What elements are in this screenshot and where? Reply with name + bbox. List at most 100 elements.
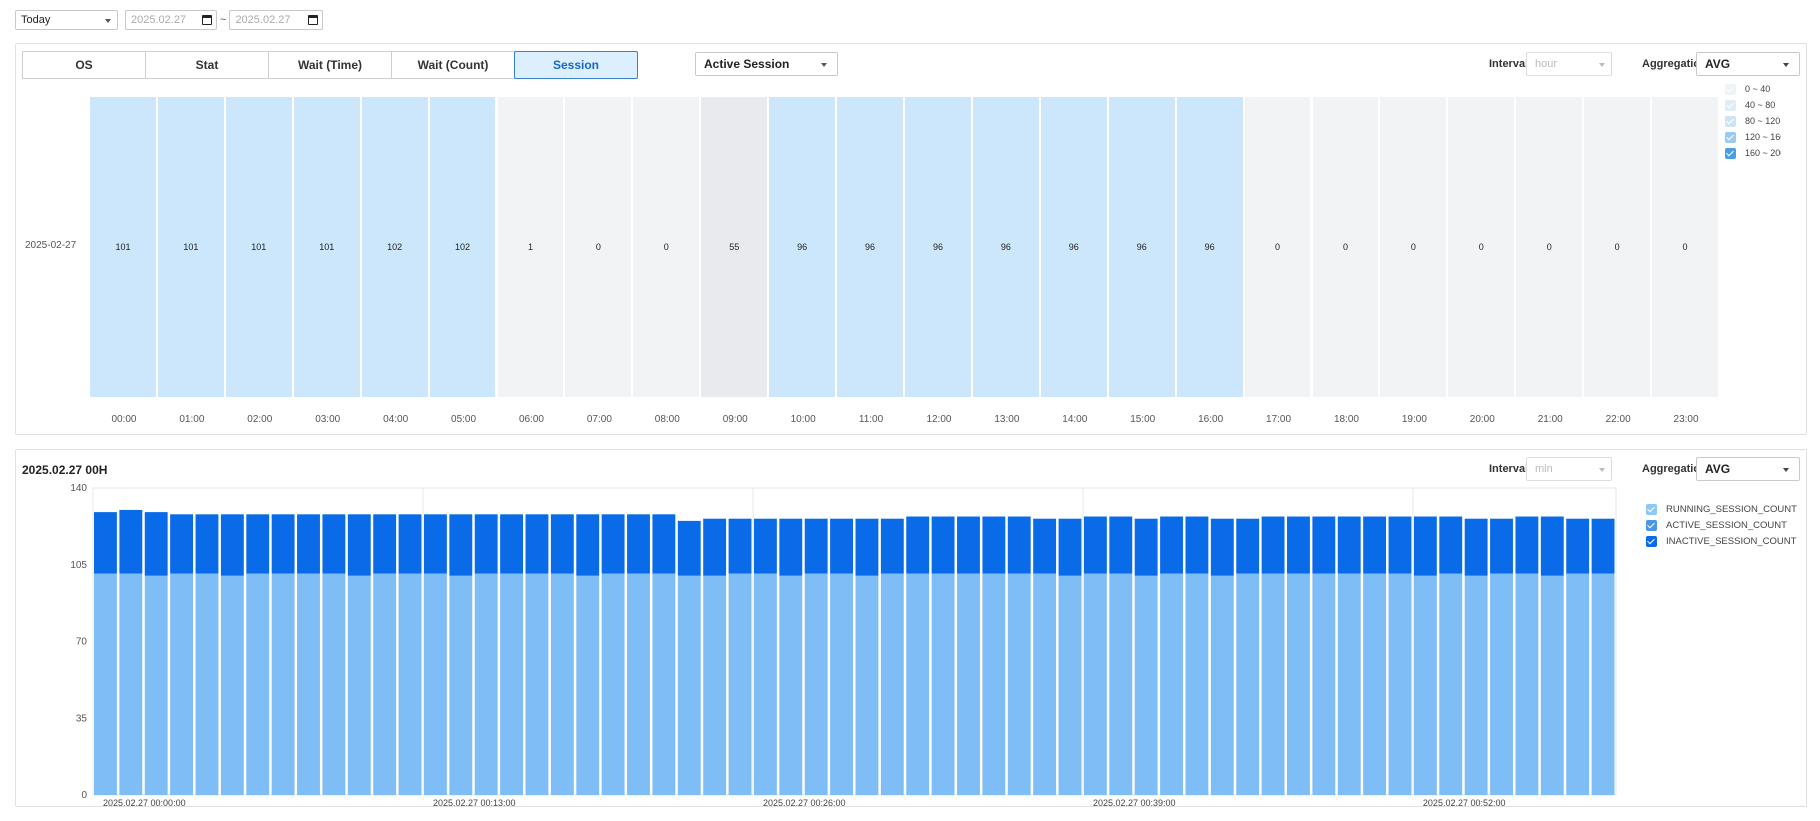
tab-stat[interactable]: Stat <box>145 51 269 79</box>
bar-segment-active-session-count[interactable] <box>373 573 397 795</box>
bar-segment-inactive-session-count[interactable] <box>119 509 143 574</box>
heatmap-cell[interactable]: 0 <box>1652 97 1718 397</box>
heatmap-cell[interactable]: 0 <box>1584 97 1651 397</box>
bar-segment-active-session-count[interactable] <box>1490 573 1513 795</box>
bar-segment-inactive-session-count[interactable] <box>1591 518 1615 574</box>
tab-wait-time[interactable]: Wait (Time) <box>268 51 392 79</box>
heatmap-cell[interactable]: 55 <box>701 97 768 397</box>
bar-segment-inactive-session-count[interactable] <box>500 514 524 574</box>
bar-segment-active-session-count[interactable] <box>1033 573 1057 795</box>
bar-segment-active-session-count[interactable] <box>525 573 549 795</box>
bar-segment-active-session-count[interactable] <box>779 575 803 795</box>
bar-segment-active-session-count[interactable] <box>1439 573 1463 795</box>
bar-segment-inactive-session-count[interactable] <box>1210 518 1234 576</box>
bar-segment-active-session-count[interactable] <box>1236 573 1260 795</box>
bar-segment-inactive-session-count[interactable] <box>1413 516 1437 576</box>
bar-segment-inactive-session-count[interactable] <box>170 514 194 574</box>
bar-segment-active-session-count[interactable] <box>728 573 752 795</box>
bar-segment-active-session-count[interactable] <box>449 575 473 795</box>
legend-item[interactable]: 80 ~ 120 <box>1725 113 1781 129</box>
bar-segment-active-session-count[interactable] <box>906 573 930 795</box>
bar-segment-inactive-session-count[interactable] <box>906 516 930 574</box>
bar-segment-active-session-count[interactable] <box>220 575 244 795</box>
heatmap-cell[interactable]: 0 <box>1380 97 1447 397</box>
bar-segment-inactive-session-count[interactable] <box>576 514 600 576</box>
bar-segment-inactive-session-count[interactable] <box>1464 518 1488 576</box>
heatmap-cell[interactable]: 101 <box>157 97 224 397</box>
bar-segment-active-session-count[interactable] <box>1058 575 1082 795</box>
bar-segment-inactive-session-count[interactable] <box>931 516 955 574</box>
bar-segment-inactive-session-count[interactable] <box>550 514 574 574</box>
bar-segment-active-session-count[interactable] <box>652 573 676 795</box>
heatmap-cell[interactable]: 101 <box>90 97 156 397</box>
bar-segment-active-session-count[interactable] <box>601 573 625 795</box>
bar-segment-inactive-session-count[interactable] <box>880 518 904 574</box>
bar-segment-active-session-count[interactable] <box>144 575 168 795</box>
chart-legend-item[interactable]: INACTIVE_SESSION_COUNT <box>1646 533 1797 549</box>
bar-segment-inactive-session-count[interactable] <box>1236 518 1260 574</box>
bar-segment-active-session-count[interactable] <box>1363 573 1387 795</box>
heatmap-cell[interactable]: 96 <box>1108 97 1175 397</box>
bar-segment-active-session-count[interactable] <box>1312 573 1336 795</box>
heatmap-cell[interactable]: 96 <box>1040 97 1107 397</box>
heatmap-cell[interactable]: 0 <box>1312 97 1379 397</box>
bar-segment-active-session-count[interactable] <box>1591 573 1615 795</box>
checkbox-icon[interactable] <box>1646 503 1657 515</box>
bar-segment-inactive-session-count[interactable] <box>753 518 777 574</box>
bar-segment-inactive-session-count[interactable] <box>144 512 168 576</box>
bar-segment-inactive-session-count[interactable] <box>1312 516 1336 574</box>
checkbox-icon[interactable] <box>1646 535 1657 547</box>
bar-segment-inactive-session-count[interactable] <box>1540 516 1564 576</box>
bar-segment-inactive-session-count[interactable] <box>297 514 320 574</box>
bar-segment-inactive-session-count[interactable] <box>1261 516 1285 574</box>
checkbox-icon[interactable] <box>1725 115 1736 127</box>
heatmap-cell[interactable]: 96 <box>769 97 836 397</box>
bar-segment-inactive-session-count[interactable] <box>322 514 346 574</box>
heatmap-cell[interactable]: 0 <box>1244 97 1311 397</box>
legend-item[interactable]: 0 ~ 40 <box>1725 81 1781 97</box>
bar-segment-active-session-count[interactable] <box>855 575 879 795</box>
bar-segment-active-session-count[interactable] <box>703 575 727 795</box>
bar-segment-inactive-session-count[interactable] <box>398 514 422 574</box>
heatmap-cell[interactable]: 0 <box>633 97 700 397</box>
legend-item[interactable]: 40 ~ 80 <box>1725 97 1781 113</box>
bar-segment-active-session-count[interactable] <box>957 573 980 795</box>
checkbox-icon[interactable] <box>1725 147 1736 159</box>
checkbox-icon[interactable] <box>1646 519 1657 531</box>
checkbox-icon[interactable] <box>1725 131 1736 143</box>
bar-segment-active-session-count[interactable] <box>804 573 828 795</box>
bar-segment-active-session-count[interactable] <box>474 573 498 795</box>
heatmap-cell[interactable]: 102 <box>429 97 496 397</box>
tab-os[interactable]: OS <box>22 51 146 79</box>
calendar-icon[interactable] <box>202 15 212 25</box>
bar-segment-inactive-session-count[interactable] <box>855 518 879 576</box>
tab-session[interactable]: Session <box>514 51 638 79</box>
interval-select[interactable]: hour <box>1526 52 1612 76</box>
bar-segment-inactive-session-count[interactable] <box>677 520 701 576</box>
bar-segment-active-session-count[interactable] <box>982 573 1006 795</box>
bar-segment-inactive-session-count[interactable] <box>1109 516 1133 574</box>
heatmap-cell[interactable]: 0 <box>1448 97 1515 397</box>
bar-segment-active-session-count[interactable] <box>195 573 219 795</box>
bar-segment-active-session-count[interactable] <box>1007 573 1031 795</box>
bar-segment-inactive-session-count[interactable] <box>94 512 117 574</box>
bar-segment-inactive-session-count[interactable] <box>373 514 397 574</box>
bar-segment-inactive-session-count[interactable] <box>779 518 803 576</box>
heatmap-cell[interactable]: 0 <box>1516 97 1583 397</box>
bar-segment-inactive-session-count[interactable] <box>1337 516 1361 574</box>
bar-segment-inactive-session-count[interactable] <box>1160 516 1183 574</box>
bar-segment-active-session-count[interactable] <box>423 573 447 795</box>
bar-segment-inactive-session-count[interactable] <box>347 514 371 576</box>
bar-segment-active-session-count[interactable] <box>576 575 600 795</box>
aggregation-select[interactable]: AVG <box>1696 52 1800 76</box>
legend-item[interactable]: 160 ~ 200 <box>1725 145 1781 161</box>
bar-segment-inactive-session-count[interactable] <box>627 514 650 574</box>
bar-segment-active-session-count[interactable] <box>1210 575 1234 795</box>
checkbox-icon[interactable] <box>1725 99 1736 111</box>
bar-segment-inactive-session-count[interactable] <box>728 518 752 574</box>
bar-segment-active-session-count[interactable] <box>1388 573 1412 795</box>
bar-segment-inactive-session-count[interactable] <box>1515 516 1539 574</box>
chart-legend-item[interactable]: ACTIVE_SESSION_COUNT <box>1646 517 1797 533</box>
bar-segment-active-session-count[interactable] <box>170 573 194 795</box>
bar-segment-active-session-count[interactable] <box>1134 575 1158 795</box>
